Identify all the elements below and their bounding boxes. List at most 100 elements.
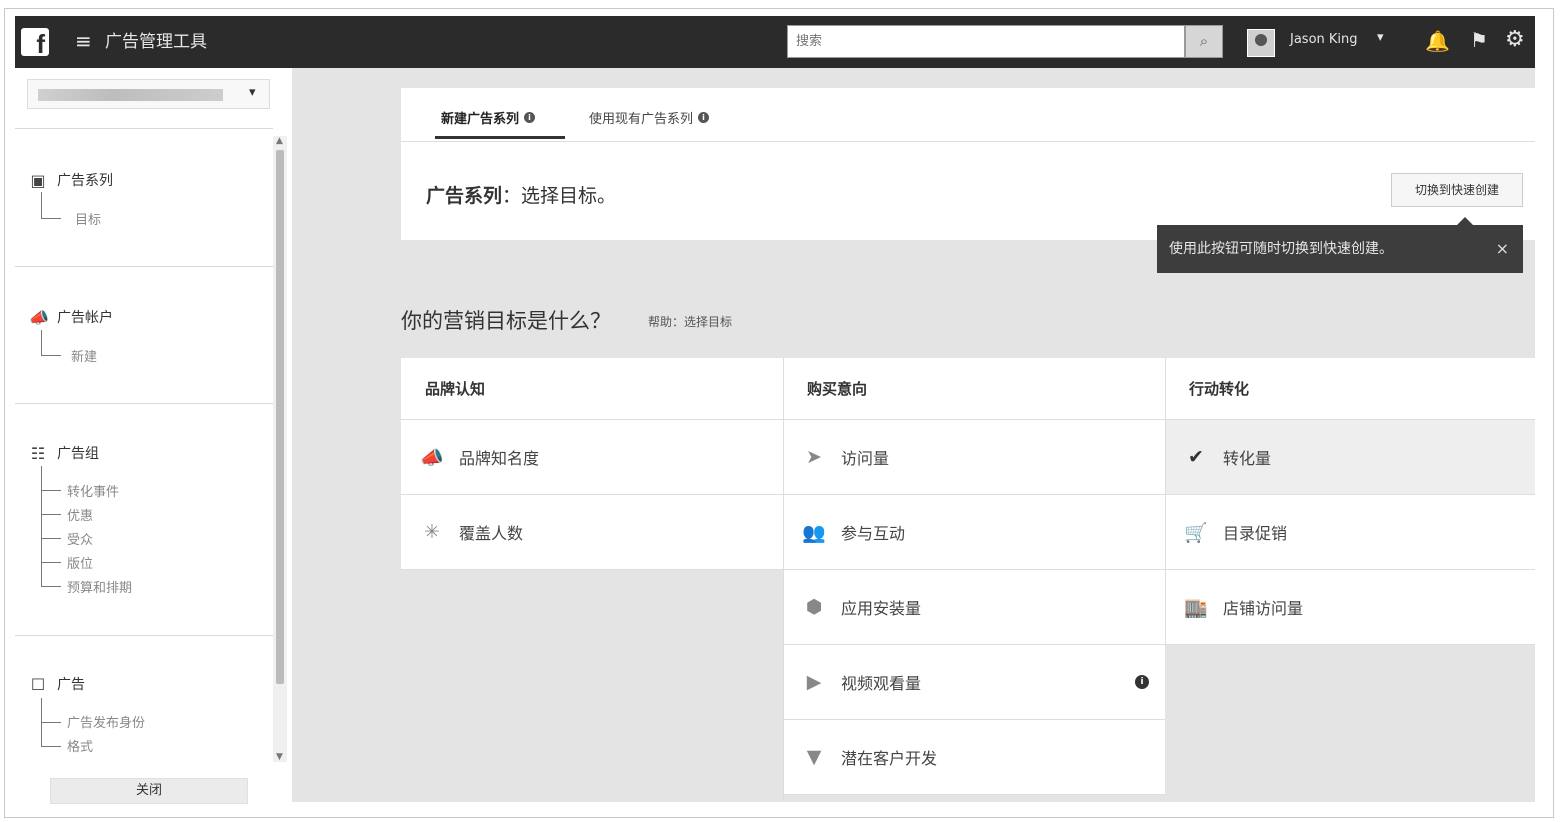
column-header: 行动转化: [1165, 358, 1535, 420]
info-icon[interactable]: i: [1135, 675, 1149, 689]
gear-icon[interactable]: ⚙: [1505, 27, 1525, 52]
tree-tick: [41, 355, 61, 356]
sidebar-item-ad[interactable]: ☐ 广告: [29, 674, 85, 694]
scroll-down-arrow-icon[interactable]: ▼: [276, 752, 283, 762]
people-icon: 👥: [802, 521, 826, 544]
tree-line: [41, 466, 42, 586]
check-circle-icon: ✔: [1188, 446, 1204, 468]
tab-new-campaign[interactable]: 新建广告系列 i: [441, 108, 536, 127]
sidebar-subitem-objective[interactable]: 目标: [75, 209, 101, 228]
divider: [401, 141, 1535, 142]
objective-video-views[interactable]: ▶ 视频观看量 i: [783, 645, 1165, 720]
tree-tick: [41, 722, 61, 723]
scroll-up-arrow-icon[interactable]: ▲: [276, 136, 283, 146]
objective-brand-awareness[interactable]: 📣 品牌知名度: [401, 420, 783, 495]
chevron-down-icon[interactable]: ▾: [249, 85, 256, 100]
column-consideration: 购买意向 ➤ 访问量 👥 参与互动 ⬢ 应用安装量 ▶ 视频观看量 i ▼ 潜在…: [783, 358, 1165, 795]
store-icon: 🏬: [1184, 596, 1208, 619]
objective-label: 目录促销: [1223, 524, 1288, 543]
tree-tick: [41, 490, 61, 491]
sidebar-item-campaign[interactable]: ▣ 广告系列: [29, 170, 113, 190]
objective-catalog-sales[interactable]: 🛒 目录促销: [1165, 495, 1535, 570]
sidebar-subitem-format[interactable]: 格式: [67, 736, 93, 755]
sidebar: ▾ ▣ 广告系列 目标 📣 广告帐户 新建 ☷ 广告组 转化事件 优惠 受众 版…: [15, 68, 273, 802]
folder-icon: ▣: [30, 170, 46, 190]
bell-icon[interactable]: 🔔: [1425, 29, 1450, 53]
tab-label: 使用现有广告系列: [589, 112, 694, 127]
tree-line: [41, 330, 42, 355]
sidebar-item-ad-set[interactable]: ☷ 广告组: [29, 443, 99, 463]
avatar[interactable]: [1247, 29, 1275, 57]
objective-label: 参与互动: [841, 524, 906, 543]
objective-lead-generation[interactable]: ▼ 潜在客户开发: [783, 720, 1165, 795]
objective-label: 应用安装量: [841, 599, 922, 618]
grid-icon: ☷: [30, 443, 46, 463]
tree-tick: [41, 746, 61, 747]
sidebar-subitem-identity[interactable]: 广告发布身份: [67, 712, 145, 731]
megaphone-icon: 📣: [420, 446, 444, 469]
tree-tick: [41, 514, 61, 515]
help-link[interactable]: 帮助：选择目标: [648, 313, 732, 330]
top-navigation-bar: f ≡ 广告管理工具 ⌕ Jason King ▾ 🔔 ⚑ ⚙: [15, 16, 1535, 68]
search-box[interactable]: [787, 25, 1185, 58]
objective-label: 访问量: [841, 449, 890, 468]
tree-tick: [41, 538, 61, 539]
tree-tick: [41, 586, 61, 587]
tree-line: [41, 192, 42, 218]
campaign-card: 新建广告系列 i 使用现有广告系列 i 广告系列：选择目标。 切换到快速创建: [401, 88, 1535, 240]
sidebar-scrollbar[interactable]: ▲ ▼: [273, 136, 287, 762]
close-button[interactable]: 关闭: [50, 778, 248, 804]
tab-existing-campaign[interactable]: 使用现有广告系列 i: [589, 108, 710, 127]
campaign-heading: 广告系列：选择目标。: [426, 181, 616, 208]
info-icon[interactable]: i: [524, 112, 536, 123]
sidebar-subitem-audience[interactable]: 受众: [67, 529, 93, 548]
facebook-logo-icon[interactable]: f: [21, 28, 49, 56]
goal-question: 你的营销目标是什么？: [401, 309, 611, 333]
sidebar-subitem-conversion-event[interactable]: 转化事件: [67, 481, 119, 500]
funnel-icon: ▼: [806, 746, 822, 768]
objective-conversions[interactable]: ✔ 转化量: [1165, 420, 1535, 495]
account-selector[interactable]: ▾: [27, 79, 270, 109]
shopping-cart-icon: 🛒: [1184, 521, 1208, 544]
divider: [15, 635, 273, 636]
tab-label: 新建广告系列: [441, 112, 520, 127]
cursor-icon: ➤: [806, 446, 822, 468]
box-icon: ⬢: [805, 596, 823, 618]
chevron-down-icon[interactable]: ▾: [1377, 30, 1384, 45]
column-conversion: 行动转化 ✔ 转化量 🛒 目录促销 🏬 店铺访问量: [1165, 358, 1535, 645]
sidebar-item-label: 广告系列: [57, 173, 113, 189]
divider: [15, 403, 273, 404]
scroll-thumb[interactable]: [276, 150, 284, 684]
objective-reach[interactable]: ✳ 覆盖人数: [401, 495, 783, 570]
objective-traffic[interactable]: ➤ 访问量: [783, 420, 1165, 495]
flag-icon[interactable]: ⚑: [1470, 28, 1488, 52]
sidebar-subitem-budget-schedule[interactable]: 预算和排期: [67, 577, 132, 596]
sidebar-subitem-new[interactable]: 新建: [71, 346, 97, 365]
tooltip-text: 使用此按钮可随时切换到快速创建。: [1169, 241, 1393, 257]
square-icon: ☐: [30, 674, 46, 694]
objective-engagement[interactable]: 👥 参与互动: [783, 495, 1165, 570]
objective-label: 视频观看量: [841, 674, 922, 693]
search-icon[interactable]: ⌕: [1185, 25, 1223, 58]
sidebar-subitem-offer[interactable]: 优惠: [67, 505, 93, 524]
info-icon[interactable]: i: [698, 112, 710, 123]
switch-to-quick-create-button[interactable]: 切换到快速创建: [1391, 173, 1523, 207]
objective-app-installs[interactable]: ⬢ 应用安装量: [783, 570, 1165, 645]
close-icon[interactable]: ×: [1496, 225, 1509, 273]
hamburger-menu-icon[interactable]: ≡: [75, 30, 92, 52]
sidebar-subitem-placement[interactable]: 版位: [67, 553, 93, 572]
sidebar-item-ad-account[interactable]: 📣 广告帐户: [29, 307, 113, 327]
user-name[interactable]: Jason King: [1290, 32, 1358, 47]
objective-label: 覆盖人数: [459, 524, 524, 543]
video-camera-icon: ▶: [806, 671, 822, 693]
campaign-heading-rest: ：选择目标。: [502, 185, 617, 207]
sidebar-item-label: 广告组: [57, 446, 99, 462]
objective-store-visits[interactable]: 🏬 店铺访问量: [1165, 570, 1535, 645]
campaign-heading-bold: 广告系列: [426, 185, 503, 207]
column-header: 购买意向: [783, 358, 1165, 420]
search-input[interactable]: [788, 26, 1184, 57]
sidebar-item-label: 广告帐户: [57, 310, 113, 326]
app-title[interactable]: 广告管理工具: [105, 31, 207, 53]
sidebar-item-label: 广告: [57, 677, 85, 693]
objective-label: 潜在客户开发: [841, 749, 938, 768]
